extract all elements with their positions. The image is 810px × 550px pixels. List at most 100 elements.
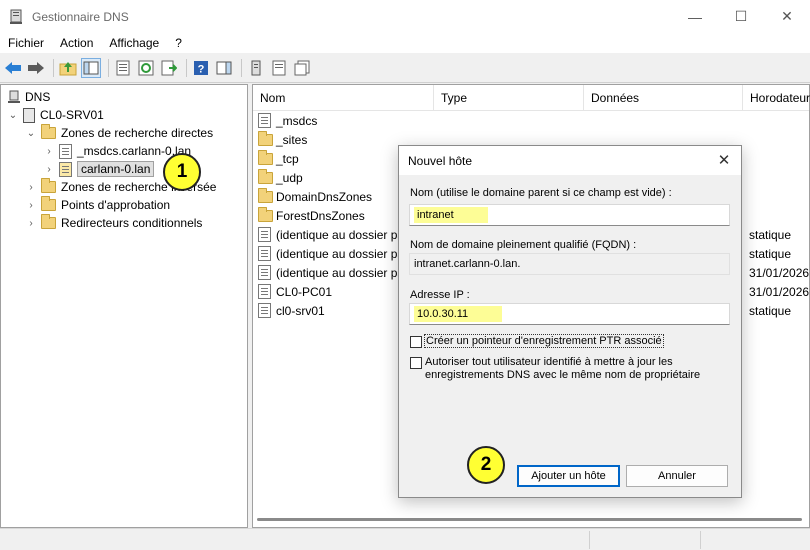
console-tree: DNS ⌄ CL0-SRV01 ⌄ Zones de recherche dir… — [0, 84, 248, 528]
window-title: Gestionnaire DNS — [32, 9, 129, 24]
cancel-button[interactable]: Annuler — [626, 465, 728, 487]
menu-help[interactable]: ? — [167, 36, 190, 50]
minimize-button[interactable]: — — [672, 0, 718, 33]
chevron-right-icon[interactable]: › — [43, 146, 55, 157]
zone-icon — [59, 161, 72, 177]
record-icon — [258, 265, 271, 280]
server-icon[interactable] — [246, 58, 266, 78]
chevron-right-icon[interactable]: › — [43, 164, 55, 175]
record-timestamp: 31/01/2026 — [749, 265, 810, 280]
column-header-type[interactable]: Type — [434, 85, 584, 111]
ptr-checkbox-row[interactable]: Créer un pointeur d'enregistrement PTR a… — [410, 334, 664, 348]
dialog-title-bar: Nouvel hôte ✕ — [399, 146, 741, 175]
menu-fichier[interactable]: Fichier — [0, 36, 52, 50]
record-name: CL0-PC01 — [276, 284, 333, 299]
ptr-checkbox-label: Créer un pointeur d'enregistrement PTR a… — [424, 334, 664, 348]
update-checkbox-row[interactable]: Autoriser tout utilisateur identifié à m… — [410, 356, 700, 382]
column-header-data[interactable]: Données — [584, 85, 743, 111]
svg-text:?: ? — [198, 63, 205, 75]
toolbar: ? — [0, 53, 810, 83]
column-header-timestamp[interactable]: Horodateur — [743, 85, 810, 111]
folder-icon — [41, 196, 56, 211]
menu-affichage[interactable]: Affichage — [101, 36, 167, 50]
add-host-button[interactable]: Ajouter un hôte — [517, 465, 620, 487]
folder-icon — [41, 124, 56, 139]
tree-node-forward-zones[interactable]: ⌄ Zones de recherche directes — [25, 124, 213, 142]
folder-icon — [258, 207, 273, 222]
properties-icon[interactable] — [113, 58, 133, 78]
folder-icon — [258, 150, 273, 165]
record-copy-icon[interactable] — [292, 58, 312, 78]
folder-icon — [258, 131, 273, 146]
tree-label: Redirecteurs conditionnels — [61, 216, 203, 230]
record-name: _udp — [276, 170, 303, 185]
name-label: Nom (utilise le domaine parent si ce cha… — [410, 187, 672, 199]
chevron-right-icon[interactable]: › — [25, 182, 37, 193]
close-window-button[interactable]: ✕ — [764, 0, 810, 33]
console-tree-icon[interactable] — [81, 57, 101, 78]
chevron-down-icon[interactable]: ⌄ — [25, 128, 37, 139]
refresh-icon[interactable] — [136, 58, 156, 78]
server-icon — [23, 107, 35, 123]
step-badge-1: 1 — [163, 153, 201, 191]
step-badge-2: 2 — [467, 446, 505, 484]
record-icon — [258, 303, 271, 318]
record-name: DomainDnsZones — [276, 189, 373, 204]
record-name: _tcp — [276, 151, 299, 166]
record-list-icon[interactable] — [269, 58, 289, 78]
ip-value: 10.0.30.11 — [414, 306, 503, 322]
column-header-name[interactable]: Nom — [253, 85, 434, 111]
ip-address-input[interactable]: 10.0.30.11 — [409, 303, 730, 325]
fqdn-field: intranet.carlann-0.lan. — [409, 253, 730, 275]
tree-node-dns[interactable]: DNS — [7, 88, 50, 106]
status-bar — [0, 528, 810, 550]
record-name: (identique au dossier pa — [276, 227, 405, 242]
tree-label: DNS — [25, 90, 51, 104]
tree-label: CL0-SRV01 — [40, 108, 104, 122]
record-icon — [258, 284, 271, 299]
list-item[interactable]: _msdcs — [253, 111, 809, 130]
title-bar: Gestionnaire DNS — ☐ ✕ — [0, 0, 810, 33]
update-checkbox[interactable] — [410, 357, 422, 369]
zone-icon — [258, 113, 271, 128]
record-timestamp: statique — [749, 303, 792, 318]
record-timestamp: statique — [749, 246, 792, 261]
dns-icon — [8, 90, 20, 103]
record-icon — [258, 227, 271, 242]
up-folder-icon[interactable] — [58, 58, 78, 78]
chevron-down-icon[interactable]: ⌄ — [7, 110, 19, 121]
tree-node-server[interactable]: ⌄ CL0-SRV01 — [7, 106, 104, 124]
menu-action[interactable]: Action — [52, 36, 101, 50]
ptr-checkbox[interactable] — [410, 336, 422, 348]
dialog-title: Nouvel hôte — [408, 153, 473, 168]
name-input[interactable]: intranet — [409, 204, 730, 226]
dns-app-icon — [10, 9, 22, 24]
close-icon[interactable]: ✕ — [715, 151, 733, 169]
fqdn-value: intranet.carlann-0.lan. — [414, 258, 521, 270]
action-pane-icon[interactable] — [214, 58, 234, 78]
forward-arrow-icon[interactable] — [26, 58, 46, 78]
export-list-icon[interactable] — [159, 58, 179, 78]
chevron-right-icon[interactable]: › — [25, 218, 37, 229]
chevron-right-icon[interactable]: › — [25, 200, 37, 211]
tree-label: Points d'approbation — [61, 198, 171, 212]
record-timestamp: 31/01/2026 — [749, 284, 810, 299]
record-name: _sites — [276, 132, 308, 147]
record-name: cl0-srv01 — [276, 303, 325, 318]
maximize-button[interactable]: ☐ — [718, 0, 764, 33]
tree-node-selected-zone[interactable]: › carlann-0.lan — [43, 160, 155, 178]
fqdn-label: Nom de domaine pleinement qualifié (FQDN… — [410, 239, 637, 251]
horizontal-scrollbar[interactable] — [257, 518, 802, 521]
tree-node-trust-points[interactable]: › Points d'approbation — [25, 196, 170, 214]
list-header: Nom Type Données Horodateur — [253, 85, 810, 111]
record-name: _msdcs — [276, 113, 318, 128]
record-name: (identique au dossier pa — [276, 246, 405, 261]
help-icon[interactable]: ? — [191, 58, 211, 78]
record-name: ForestDnsZones — [276, 208, 365, 223]
new-host-dialog: Nouvel hôte ✕ Nom (utilise le domaine pa… — [398, 145, 742, 498]
record-name: (identique au dossier pa — [276, 265, 405, 280]
tree-label: Zones de recherche directes — [61, 126, 214, 140]
back-arrow-icon[interactable] — [3, 58, 23, 78]
zone-icon — [59, 143, 72, 159]
tree-node-conditional-forwarders[interactable]: › Redirecteurs conditionnels — [25, 214, 202, 232]
